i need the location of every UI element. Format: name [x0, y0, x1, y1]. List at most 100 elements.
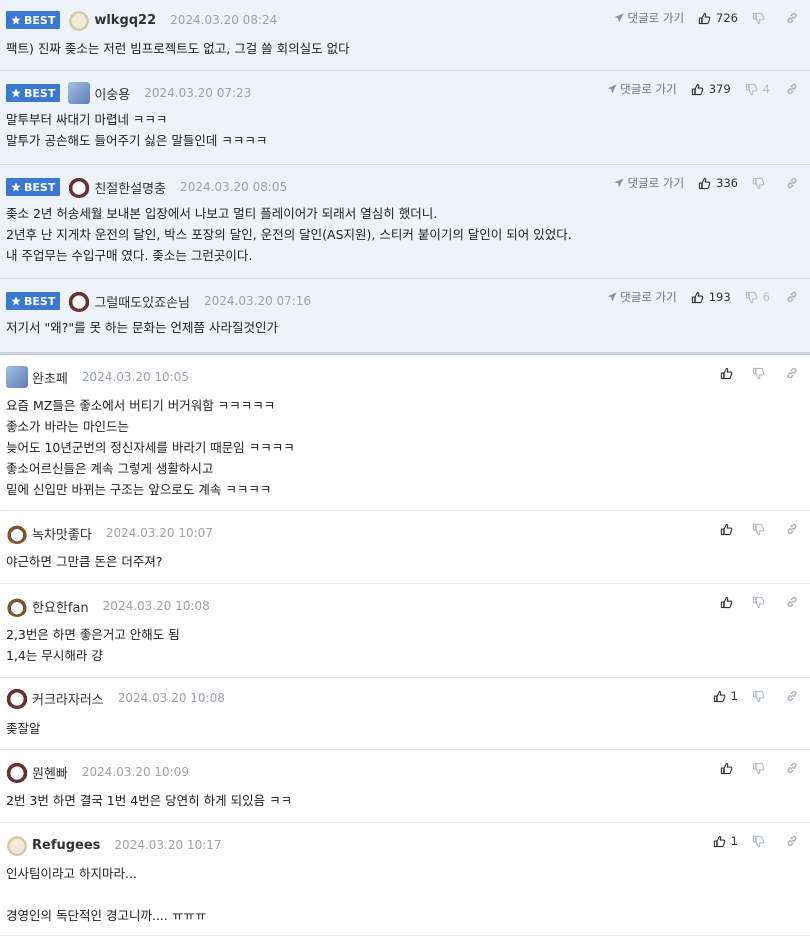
author-nickname[interactable]: 커크라자러스: [32, 689, 104, 708]
comment: 뭔헨빠 2024.03.20 10:09 2번 3번 하면 결국 1번 4번은 당연…: [0, 750, 810, 823]
send-icon: [607, 84, 617, 94]
dislike-button[interactable]: [752, 835, 770, 848]
like-count: 379: [708, 82, 731, 96]
dislike-count: 6: [762, 290, 770, 304]
goto-comment-link[interactable]: 댓글로 가기: [607, 289, 677, 305]
puppy-avatar[interactable]: [68, 9, 91, 31]
thumbs-down-icon: [752, 596, 765, 609]
like-button[interactable]: [720, 367, 738, 380]
best-badge: BEST: [6, 11, 61, 29]
comment-actions: 댓글로 가기 379 4: [607, 79, 798, 99]
share-link-icon[interactable]: [786, 835, 798, 847]
like-button[interactable]: 336: [698, 176, 738, 190]
thumbs-up-icon: [691, 83, 704, 96]
comment-body: 말투부터 싸대기 마렵네 ㅋㅋㅋ 말투가 공손해도 들어주기 싫은 말들인데 ㅋ…: [6, 112, 268, 148]
author-nickname[interactable]: 한요한fan: [32, 597, 89, 616]
comment-header: 뭔헨빠 2024.03.20 10:09: [6, 761, 189, 783]
comment-date: 2024.03.20 10:08: [102, 599, 210, 613]
thumbs-down-icon: [752, 762, 765, 775]
dislike-button[interactable]: [752, 367, 770, 380]
comment-actions: [720, 592, 798, 612]
thumbs-down-icon: [752, 177, 765, 190]
comment-actions: [720, 758, 798, 778]
dislike-button[interactable]: [752, 596, 770, 609]
dislike-button[interactable]: 4: [745, 82, 770, 96]
dislike-button[interactable]: [752, 762, 770, 775]
share-link-icon[interactable]: [786, 291, 798, 303]
like-button[interactable]: [720, 762, 738, 775]
best-comment: BEST wlkgq22 2024.03.20 08:24 댓글로 가기 726 팩트) …: [0, 0, 810, 71]
share-link-icon[interactable]: [786, 762, 798, 774]
dislike-button[interactable]: [752, 12, 770, 25]
best-badge: BEST: [6, 178, 61, 196]
comment-actions: 1: [713, 831, 798, 851]
send-icon: [614, 178, 624, 188]
send-icon: [607, 292, 617, 302]
thumbs-up-icon: [720, 523, 733, 536]
author-nickname[interactable]: wlkgq22: [94, 13, 156, 28]
comment-body: 팩트) 진짜 좆소는 저런 빔프로젝트도 없고, 그걸 쓸 회의실도 없다: [6, 41, 350, 56]
dislike-button[interactable]: [752, 690, 770, 703]
fox-avatar[interactable]: [6, 595, 28, 617]
share-link-icon[interactable]: [786, 523, 798, 535]
panda-avatar[interactable]: [6, 761, 28, 783]
like-button[interactable]: [720, 523, 738, 536]
author-nickname[interactable]: 그럴때도있죠손님: [94, 292, 190, 311]
panda-avatar[interactable]: [68, 176, 91, 198]
comment-actions: 댓글로 가기 726: [614, 8, 798, 28]
comment: 커크라자러스 2024.03.20 10:08 1 좆잘알: [0, 678, 810, 750]
author-nickname[interactable]: 뭔헨빠: [32, 763, 68, 782]
thumbs-up-icon: [691, 291, 704, 304]
like-button[interactable]: [720, 596, 738, 609]
panda-avatar[interactable]: [68, 290, 91, 312]
like-button[interactable]: 1: [713, 834, 738, 848]
share-link-icon[interactable]: [786, 690, 798, 702]
comment-date: 2024.03.20 10:08: [117, 691, 225, 705]
like-button[interactable]: 726: [698, 11, 738, 25]
comment-date: 2024.03.20 08:24: [170, 13, 278, 27]
author-nickname[interactable]: Refugees: [32, 838, 100, 853]
puppy-avatar[interactable]: [6, 834, 28, 856]
blue-avatar[interactable]: [68, 82, 91, 104]
dislike-button[interactable]: 6: [745, 290, 770, 304]
comment-body: 야근하면 그만큼 돈은 더주져?: [6, 554, 163, 569]
share-link-icon[interactable]: [786, 367, 798, 379]
comment-header: BEST wlkgq22 2024.03.20 08:24: [6, 9, 277, 31]
comment: Refugees 2024.03.20 10:17 1 인사팀이라고 하지마라... …: [0, 823, 810, 936]
dislike-button[interactable]: [752, 177, 770, 190]
author-nickname[interactable]: 완초페: [32, 368, 68, 387]
like-count: 193: [708, 290, 731, 304]
comment-actions: 1: [713, 686, 798, 706]
share-link-icon[interactable]: [786, 177, 798, 189]
thumbs-up-icon: [698, 177, 711, 190]
author-nickname[interactable]: 녹차맛좋다: [32, 524, 92, 543]
dislike-button[interactable]: [752, 523, 770, 536]
comment: 녹차맛좋다 2024.03.20 10:07 야근하면 그만큼 돈은 더주져?: [0, 511, 810, 584]
thumbs-up-icon: [713, 835, 726, 848]
panda-avatar[interactable]: [6, 687, 28, 709]
best-badge: BEST: [6, 292, 61, 310]
goto-comment-link[interactable]: 댓글로 가기: [614, 175, 684, 191]
like-button[interactable]: 193: [691, 290, 731, 304]
comment-date: 2024.03.20 10:07: [105, 526, 213, 540]
comment-date: 2024.03.20 10:05: [81, 370, 189, 384]
like-button[interactable]: 379: [691, 82, 731, 96]
blue-avatar[interactable]: [6, 366, 28, 388]
author-nickname[interactable]: 이숭용: [94, 84, 130, 103]
goto-comment-link[interactable]: 댓글로 가기: [607, 81, 677, 97]
star-icon: [11, 182, 21, 192]
like-button[interactable]: 1: [713, 689, 738, 703]
thumbs-up-icon: [720, 762, 733, 775]
fox-avatar[interactable]: [6, 522, 28, 544]
goto-comment-link[interactable]: 댓글로 가기: [614, 10, 684, 26]
like-count: 726: [716, 11, 738, 25]
author-nickname[interactable]: 친절한설명충: [94, 178, 166, 197]
comment-body: 좆잘알: [6, 721, 41, 736]
star-icon: [11, 15, 21, 25]
share-link-icon[interactable]: [786, 83, 798, 95]
best-comment: BEST 친절한설명충 2024.03.20 08:05 댓글로 가기 336 좆소 2년…: [0, 165, 810, 279]
comment: 완초페 2024.03.20 10:05 요즘 MZ들은 좋소에서 버티기 버거워함…: [0, 355, 810, 511]
share-link-icon[interactable]: [786, 12, 798, 24]
share-link-icon[interactable]: [786, 596, 798, 608]
best-comment: BEST 그럴때도있죠손님 2024.03.20 07:16 댓글로 가기 193 6 저기…: [0, 279, 810, 355]
